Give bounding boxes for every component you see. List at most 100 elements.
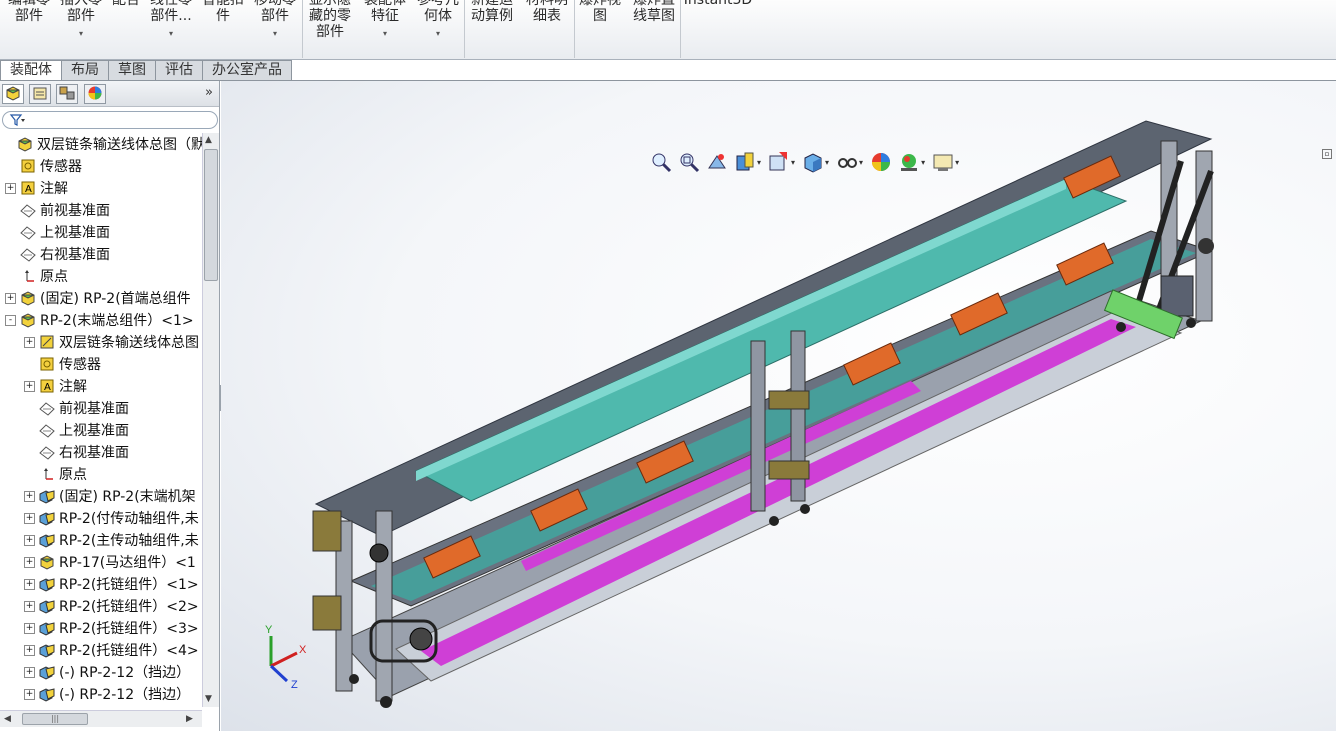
tree-node[interactable]: + RP-2(付传动轴组件,未 bbox=[24, 507, 199, 529]
display-style-icon[interactable] bbox=[801, 150, 825, 174]
tree-node[interactable]: + RP-2(托链组件）<2> bbox=[24, 595, 199, 617]
tree-node[interactable]: 传感器 bbox=[24, 353, 101, 375]
ribbon-button-13[interactable]: Instant3D bbox=[684, 0, 752, 56]
expand-icon[interactable]: + bbox=[24, 556, 35, 568]
scroll-left-icon[interactable]: ◀ bbox=[4, 714, 11, 724]
tree-node[interactable]: + 双层链条输送线体总图 bbox=[24, 331, 199, 353]
tree-node[interactable]: + A 注解 bbox=[5, 177, 68, 199]
tree-node[interactable]: 右视基准面 bbox=[24, 441, 129, 463]
collapse-icon[interactable]: - bbox=[5, 314, 16, 326]
viewport-restore-icon[interactable]: ▫ bbox=[1322, 149, 1332, 159]
expand-icon[interactable]: + bbox=[24, 336, 35, 348]
tree-node[interactable]: 原点 bbox=[24, 463, 87, 485]
dropdown-arrow-icon[interactable]: ▾ bbox=[273, 26, 277, 42]
funnel-icon[interactable] bbox=[9, 112, 25, 131]
scroll-up-icon[interactable]: ▲ bbox=[205, 135, 212, 145]
tree-node[interactable]: 原点 bbox=[5, 265, 68, 287]
tree-node[interactable]: 右视基准面 bbox=[5, 243, 110, 265]
ribbon-button-0[interactable]: 编辑零 部件 bbox=[4, 0, 54, 56]
triad-z-label: Z bbox=[291, 679, 298, 691]
tree-vertical-scrollbar[interactable]: ▲ ▼ bbox=[202, 133, 219, 707]
ribbon-button-9[interactable]: 新建运 动算例 bbox=[466, 0, 518, 56]
scroll-down-icon[interactable]: ▼ bbox=[205, 694, 212, 704]
tree-node[interactable]: 前视基准面 bbox=[5, 199, 110, 221]
hide-show-icon[interactable] bbox=[835, 150, 859, 174]
expand-icon[interactable]: + bbox=[24, 666, 35, 678]
dropdown-arrow-icon[interactable]: ▾ bbox=[859, 158, 863, 167]
ribbon-button-3[interactable]: 线性零 部件... ▾ bbox=[146, 0, 196, 56]
ribbon-button-4[interactable]: 智能扣 件 bbox=[198, 0, 248, 56]
edit-appearance-icon[interactable] bbox=[869, 150, 893, 174]
tree-node[interactable]: - RP-2(末端总组件）<1> bbox=[5, 309, 194, 331]
expand-icon[interactable]: + bbox=[24, 600, 35, 612]
expand-icon[interactable]: + bbox=[24, 512, 35, 524]
display-manager-tab[interactable] bbox=[84, 84, 106, 104]
apply-scene-icon[interactable] bbox=[897, 150, 921, 174]
expand-icon[interactable]: + bbox=[24, 380, 35, 392]
expand-icon[interactable]: + bbox=[24, 622, 35, 634]
tree-node[interactable]: + RP-2(托链组件）<4> bbox=[24, 639, 199, 661]
tree-node[interactable]: + (固定) RP-2(首端总组件 bbox=[5, 287, 191, 309]
graphics-area[interactable]: Y X Z ▾ ▾ ▾ ▾ ▾ ▾ ▫ bbox=[221, 81, 1336, 731]
dropdown-arrow-icon[interactable]: ▾ bbox=[791, 158, 795, 167]
tree-filter-bar[interactable] bbox=[2, 111, 218, 129]
section-view-icon[interactable] bbox=[733, 150, 757, 174]
panel-expand-chevron[interactable]: » bbox=[205, 85, 213, 100]
tree-horizontal-scrollbar[interactable]: ◀ ||| ▶ bbox=[0, 710, 202, 727]
scroll-right-icon[interactable]: ▶ bbox=[186, 714, 193, 724]
expand-icon[interactable]: + bbox=[24, 534, 35, 546]
ribbon-button-10[interactable]: 材料明 细表 bbox=[522, 0, 572, 56]
expand-icon[interactable]: + bbox=[5, 182, 16, 194]
expand-icon[interactable]: + bbox=[5, 292, 16, 304]
tree-node[interactable]: 前视基准面 bbox=[24, 397, 129, 419]
scroll-thumb[interactable] bbox=[204, 149, 218, 281]
ribbon-button-12[interactable]: 爆炸直 线草图 bbox=[628, 0, 680, 56]
feature-manager-tab[interactable] bbox=[2, 84, 24, 104]
tree-node[interactable]: + (-) RP-2-12（挡边） bbox=[24, 661, 190, 683]
configuration-manager-tab[interactable] bbox=[56, 84, 78, 104]
dropdown-arrow-icon[interactable]: ▾ bbox=[169, 26, 173, 42]
dropdown-arrow-icon[interactable]: ▾ bbox=[383, 26, 387, 42]
previous-view-icon[interactable] bbox=[705, 150, 729, 174]
dropdown-arrow-icon[interactable]: ▾ bbox=[955, 158, 959, 167]
tree-node[interactable]: 上视基准面 bbox=[24, 419, 129, 441]
tree-node[interactable]: + A 注解 bbox=[24, 375, 87, 397]
property-manager-tab[interactable] bbox=[29, 84, 51, 104]
zoom-to-fit-icon[interactable] bbox=[649, 150, 673, 174]
view-settings-icon[interactable] bbox=[931, 150, 955, 174]
tab-4[interactable]: 办公室产品 bbox=[202, 60, 292, 80]
view-orientation-icon[interactable] bbox=[767, 150, 791, 174]
dropdown-arrow-icon[interactable]: ▾ bbox=[436, 26, 440, 42]
dropdown-arrow-icon[interactable]: ▾ bbox=[757, 158, 761, 167]
tree-node[interactable]: + (-) RP-2-12（挡边） bbox=[24, 683, 190, 705]
tab-1[interactable]: 布局 bbox=[61, 60, 109, 80]
tree-node[interactable]: 上视基准面 bbox=[5, 221, 110, 243]
tab-2[interactable]: 草图 bbox=[108, 60, 156, 80]
assembly-model[interactable]: Y X Z bbox=[221, 81, 1336, 731]
tree-node[interactable]: + (固定) RP-2(末端机架 bbox=[24, 485, 196, 507]
tree-node[interactable]: + RP-17(马达组件）<1 bbox=[24, 551, 196, 573]
expand-icon[interactable]: + bbox=[24, 644, 35, 656]
tree-node[interactable]: + RP-2(托链组件）<1> bbox=[24, 573, 199, 595]
ribbon-button-2[interactable]: 配合 bbox=[108, 0, 144, 56]
horizontal-scroll-thumb[interactable]: ||| bbox=[22, 713, 88, 725]
ribbon-button-1[interactable]: 插入零 部件 ▾ bbox=[56, 0, 106, 56]
tree-node[interactable]: + RP-2(主传动轴组件,未 bbox=[24, 529, 199, 551]
ribbon-button-8[interactable]: 参考几 何体 ▾ bbox=[412, 0, 464, 56]
tree-node[interactable]: 传感器 bbox=[5, 155, 82, 177]
ribbon-button-7[interactable]: 装配体 特征 ▾ bbox=[360, 0, 410, 56]
ribbon-button-11[interactable]: 爆炸视 图 bbox=[575, 0, 625, 56]
tree-node[interactable]: + RP-2(托链组件）<3> bbox=[24, 617, 199, 639]
expand-icon[interactable]: + bbox=[24, 688, 35, 700]
dropdown-arrow-icon[interactable]: ▾ bbox=[921, 158, 925, 167]
zoom-area-icon[interactable] bbox=[677, 150, 701, 174]
ribbon-button-6[interactable]: 显示隐 藏的零 部件 bbox=[304, 0, 356, 56]
tree-node[interactable]: 双层链条输送线体总图（默 bbox=[2, 133, 202, 155]
dropdown-arrow-icon[interactable]: ▾ bbox=[79, 26, 83, 42]
expand-icon[interactable]: + bbox=[24, 490, 35, 502]
tab-3[interactable]: 评估 bbox=[155, 60, 203, 80]
ribbon-button-5[interactable]: 移动零 部件 ▾ bbox=[250, 0, 300, 56]
dropdown-arrow-icon[interactable]: ▾ bbox=[825, 158, 829, 167]
expand-icon[interactable]: + bbox=[24, 578, 35, 590]
tab-0[interactable]: 装配体 bbox=[0, 60, 62, 81]
